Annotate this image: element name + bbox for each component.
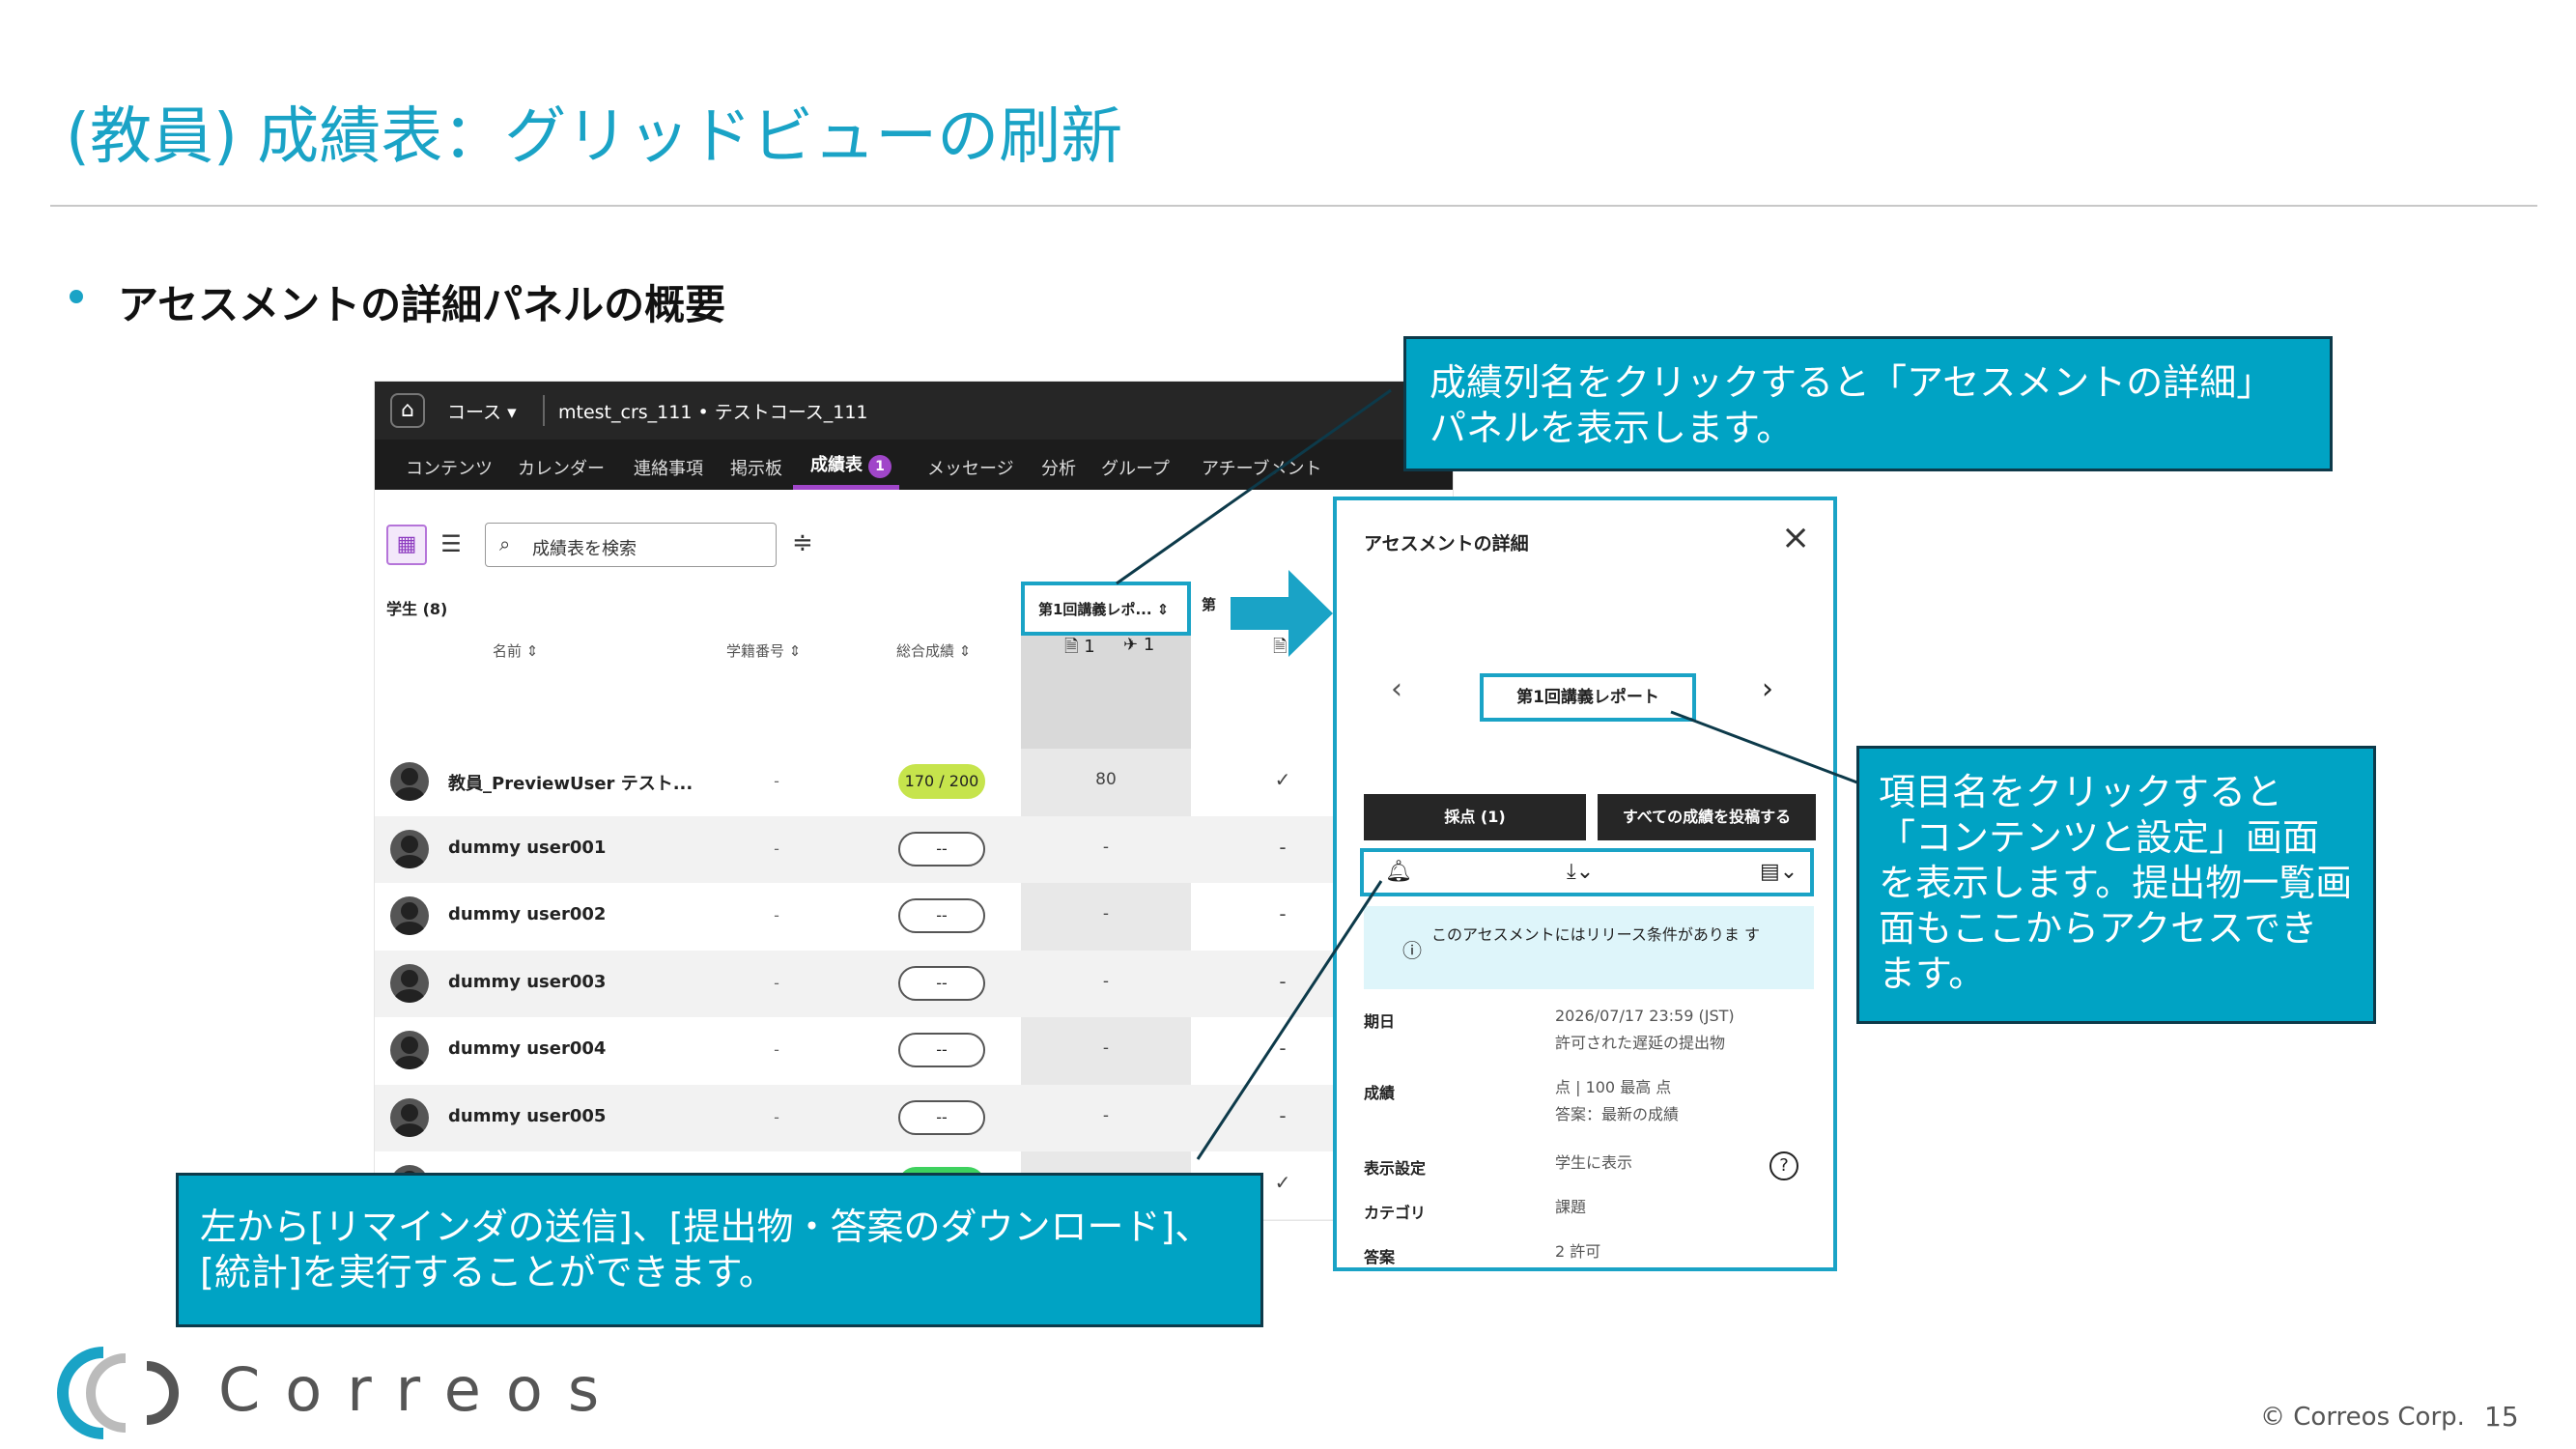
callout-actions: 左から[リマインダの送信]、[提出物・答案のダウンロード]、[統計]を実行するこ…	[176, 1173, 1263, 1327]
connector-line-1	[1116, 388, 1392, 585]
callout-column-click: 成績列名をクリックすると「アセスメントの詳細」パネルを表示します。	[1403, 336, 2333, 471]
correos-logo-text: Correos	[218, 1354, 625, 1425]
correos-logo-mark	[57, 1347, 179, 1439]
connector-line-2	[1670, 710, 1863, 786]
connector-line-3	[1196, 880, 1383, 1160]
page-number: 15	[2484, 1401, 2519, 1433]
copyright: © Correos Corp.	[2260, 1403, 2465, 1432]
callout-item-click: 項目名をクリックすると「コンテンツと設定」画面を表示します。提出物一覧画面もここ…	[1856, 746, 2376, 1024]
